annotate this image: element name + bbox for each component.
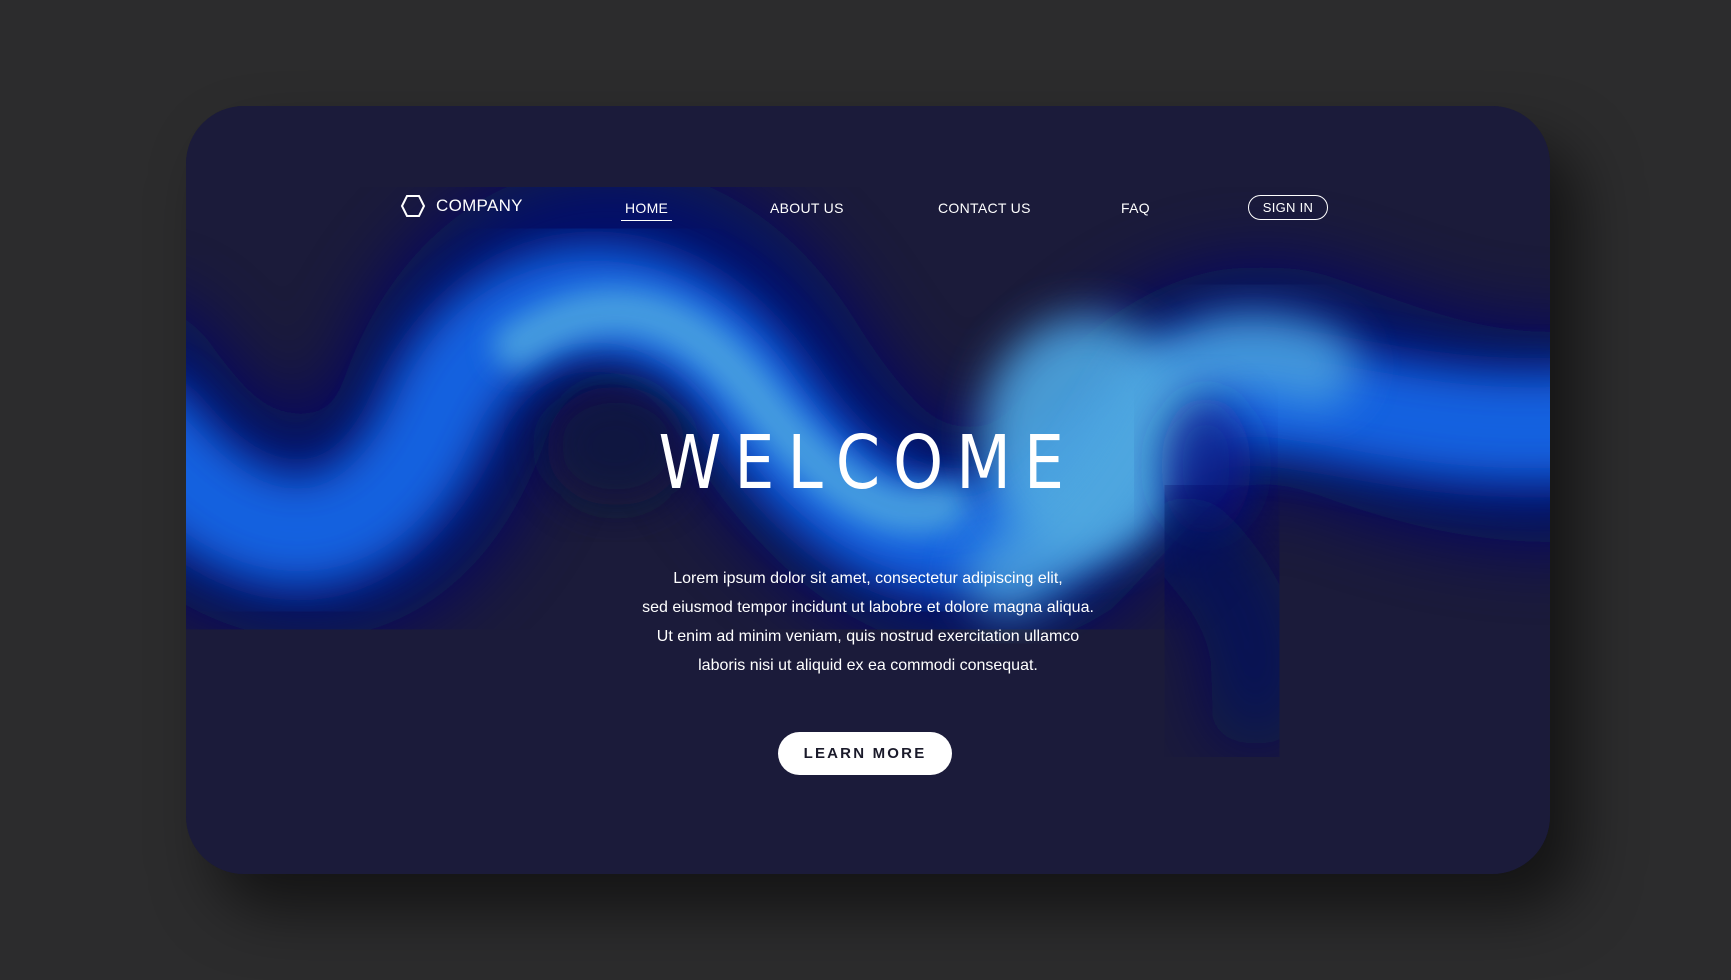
hexagon-icon xyxy=(400,195,426,217)
brand-name: COMPANY xyxy=(436,196,523,215)
nav-link-contact-us[interactable]: CONTACT US xyxy=(938,200,1031,216)
landing-card: COMPANY HOME ABOUT US CONTACT US FAQ SIG… xyxy=(186,106,1550,874)
nav-link-about-us[interactable]: ABOUT US xyxy=(770,200,844,216)
hero-description: Lorem ipsum dolor sit amet, consectetur … xyxy=(186,564,1550,680)
sign-in-button[interactable]: SIGN IN xyxy=(1248,195,1328,220)
nav-link-faq[interactable]: FAQ xyxy=(1121,200,1150,216)
hero-description-line: sed eiusmod tempor incidunt ut labobre e… xyxy=(642,599,1094,616)
brand-logo[interactable]: COMPANY xyxy=(400,194,523,218)
hero-description-line: Lorem ipsum dolor sit amet, consectetur … xyxy=(673,570,1063,587)
hero-title: WELCOME xyxy=(658,420,1077,506)
hero-description-line: Ut enim ad minim veniam, quis nostrud ex… xyxy=(656,628,1080,645)
nav-link-home[interactable]: HOME xyxy=(620,200,673,221)
page-background: COMPANY HOME ABOUT US CONTACT US FAQ SIG… xyxy=(0,0,1731,980)
learn-more-button[interactable]: LEARN MORE xyxy=(778,732,952,775)
hero-description-line: laboris nisi ut aliquid ex ea commodi co… xyxy=(698,657,1038,674)
top-navigation: COMPANY HOME ABOUT US CONTACT US FAQ SIG… xyxy=(186,106,1550,226)
